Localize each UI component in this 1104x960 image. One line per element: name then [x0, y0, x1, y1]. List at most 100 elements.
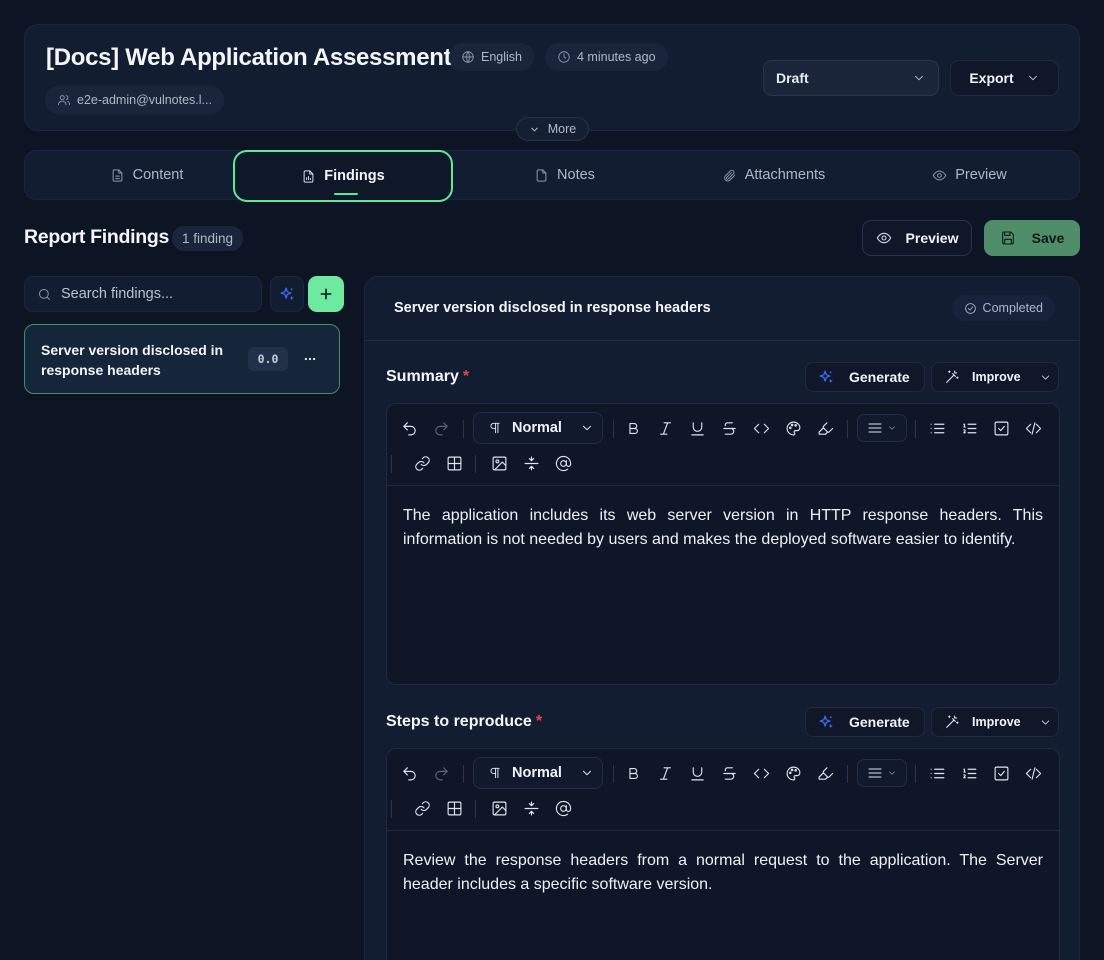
- preview-button[interactable]: Preview: [862, 220, 972, 256]
- checkbox-icon: [994, 421, 1008, 435]
- eye-icon: [876, 232, 891, 244]
- export-label: Export: [969, 70, 1014, 86]
- highlight-button[interactable]: [813, 416, 837, 440]
- export-button[interactable]: Export: [950, 60, 1059, 96]
- status-select[interactable]: Draft: [763, 60, 939, 96]
- tab-attachments[interactable]: Attachments: [664, 151, 883, 199]
- redo-button[interactable]: [429, 416, 453, 440]
- highlight-button[interactable]: [813, 761, 837, 785]
- strikethrough-button[interactable]: [717, 761, 741, 785]
- image-button[interactable]: [487, 796, 511, 820]
- table-button[interactable]: [442, 451, 466, 475]
- chevron-down-icon: [889, 771, 895, 775]
- tab-label: Findings: [324, 168, 385, 184]
- language-chip[interactable]: English: [449, 43, 534, 71]
- sparkles-icon: [819, 369, 833, 383]
- undo-button[interactable]: [397, 761, 421, 785]
- generate-label: Generate: [849, 714, 910, 730]
- finding-detail-panel: Server version disclosed in response hea…: [364, 276, 1080, 960]
- paragraph-style-select[interactable]: Normal: [473, 412, 603, 444]
- code-block-button[interactable]: [1021, 416, 1045, 440]
- tab-content[interactable]: Content: [37, 151, 256, 199]
- code-button[interactable]: [749, 761, 773, 785]
- steps-text[interactable]: Review the response headers from a norma…: [387, 831, 1059, 915]
- editor-toolbar: Normal: [387, 749, 1059, 831]
- strikethrough-icon: [722, 421, 736, 435]
- bullet-list-button[interactable]: [925, 761, 949, 785]
- bullet-list-button[interactable]: [925, 416, 949, 440]
- summary-improve-button[interactable]: Improve: [931, 362, 1059, 392]
- horizontal-rule-button[interactable]: [519, 451, 543, 475]
- image-button[interactable]: [487, 451, 511, 475]
- italic-icon: [659, 766, 671, 780]
- tab-findings[interactable]: Findings: [233, 150, 453, 202]
- toolbar-divider: [847, 765, 848, 783]
- tab-notes[interactable]: Notes: [455, 151, 674, 199]
- sparkles-icon: [279, 286, 294, 300]
- align-justify-icon: [868, 768, 882, 778]
- add-finding-button[interactable]: [308, 276, 344, 312]
- bold-icon: [628, 767, 638, 779]
- tab-preview[interactable]: Preview: [860, 151, 1079, 199]
- status-badge[interactable]: Completed: [951, 295, 1055, 321]
- code-button[interactable]: [749, 416, 773, 440]
- at-sign-icon: [555, 800, 571, 816]
- chevron-down-icon: [583, 770, 591, 776]
- active-tab-indicator: [334, 193, 358, 195]
- summary-text[interactable]: The application includes its web server …: [387, 486, 1059, 570]
- ai-findings-button[interactable]: [270, 276, 304, 312]
- underline-button[interactable]: [685, 761, 709, 785]
- chevron-down-icon: [1041, 374, 1049, 380]
- save-button[interactable]: Save: [984, 220, 1080, 256]
- summary-editor: Normal The application includes its web …: [386, 403, 1060, 685]
- chevron-down-icon: [915, 75, 923, 81]
- toolbar-divider: [475, 455, 476, 473]
- italic-button[interactable]: [653, 416, 677, 440]
- bold-icon: [628, 422, 638, 434]
- finding-menu-button[interactable]: [299, 348, 321, 370]
- redo-button[interactable]: [429, 761, 453, 785]
- image-icon: [492, 456, 506, 470]
- link-button[interactable]: [410, 451, 434, 475]
- chevron-down-icon: [889, 426, 895, 430]
- text-color-button[interactable]: [781, 761, 805, 785]
- table-icon: [447, 801, 461, 815]
- underline-button[interactable]: [685, 416, 709, 440]
- paragraph-style-select[interactable]: Normal: [473, 757, 603, 789]
- mention-button[interactable]: [551, 796, 575, 820]
- mention-button[interactable]: [551, 451, 575, 475]
- summary-generate-button[interactable]: Generate: [805, 362, 925, 392]
- more-toggle[interactable]: More: [516, 117, 589, 141]
- table-button[interactable]: [442, 796, 466, 820]
- strikethrough-button[interactable]: [717, 416, 741, 440]
- italic-button[interactable]: [653, 761, 677, 785]
- toolbar-divider: [613, 765, 614, 783]
- search-findings[interactable]: [24, 276, 262, 312]
- bold-button[interactable]: [621, 761, 645, 785]
- link-icon: [414, 455, 430, 471]
- checkbox-icon: [994, 766, 1008, 780]
- code-block-button[interactable]: [1021, 761, 1045, 785]
- horizontal-rule-button[interactable]: [519, 796, 543, 820]
- strikethrough-icon: [722, 766, 736, 780]
- updated-chip: 4 minutes ago: [545, 43, 668, 71]
- bold-button[interactable]: [621, 416, 645, 440]
- text-align-select[interactable]: [857, 759, 907, 787]
- tab-label: Notes: [557, 167, 595, 183]
- paragraph-style-value: Normal: [512, 765, 562, 781]
- toolbar-divider: [613, 420, 614, 438]
- text-align-select[interactable]: [857, 414, 907, 442]
- task-list-button[interactable]: [989, 761, 1013, 785]
- text-color-button[interactable]: [781, 416, 805, 440]
- ordered-list-button[interactable]: [957, 416, 981, 440]
- search-input[interactable]: [61, 286, 241, 302]
- link-button[interactable]: [410, 796, 434, 820]
- finding-list-item[interactable]: Server version disclosed in response hea…: [24, 324, 340, 394]
- task-list-button[interactable]: [989, 416, 1013, 440]
- ordered-list-button[interactable]: [957, 761, 981, 785]
- steps-improve-button[interactable]: Improve: [931, 707, 1059, 737]
- steps-generate-button[interactable]: Generate: [805, 707, 925, 737]
- report-title: [Docs] Web Application Assessment: [46, 44, 452, 71]
- user-chip[interactable]: e2e-admin@vulnotes.l...: [45, 86, 224, 114]
- undo-button[interactable]: [397, 416, 421, 440]
